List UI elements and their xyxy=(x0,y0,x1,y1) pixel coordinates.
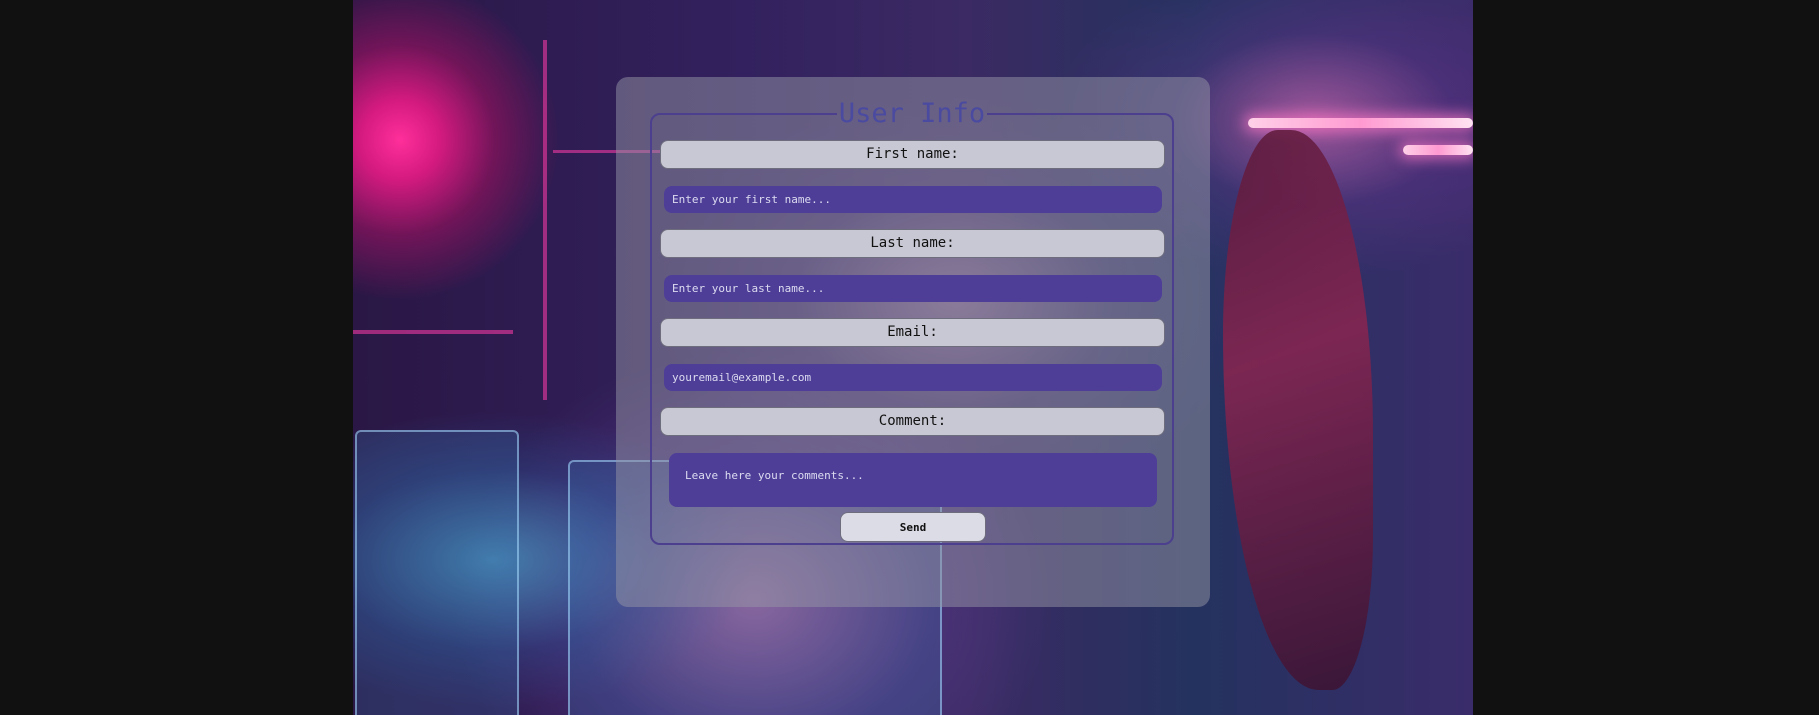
comment-label: Comment: xyxy=(660,407,1165,436)
form-title: User Info xyxy=(838,98,986,129)
background-map-screen xyxy=(355,430,519,715)
background-hair xyxy=(1223,130,1373,690)
email-label: Email: xyxy=(660,318,1165,347)
email-input[interactable] xyxy=(664,364,1162,391)
first-name-label: First name: xyxy=(660,140,1165,169)
background-neon-light xyxy=(1248,118,1473,128)
background-neon-light xyxy=(1403,145,1473,155)
last-name-input[interactable] xyxy=(664,275,1162,302)
comment-textarea[interactable] xyxy=(669,453,1157,507)
background-neon-line xyxy=(353,330,513,334)
last-name-label: Last name: xyxy=(660,229,1165,258)
send-button[interactable]: Send xyxy=(840,512,986,542)
first-name-input[interactable] xyxy=(664,186,1162,213)
background-neon-line xyxy=(543,40,547,400)
